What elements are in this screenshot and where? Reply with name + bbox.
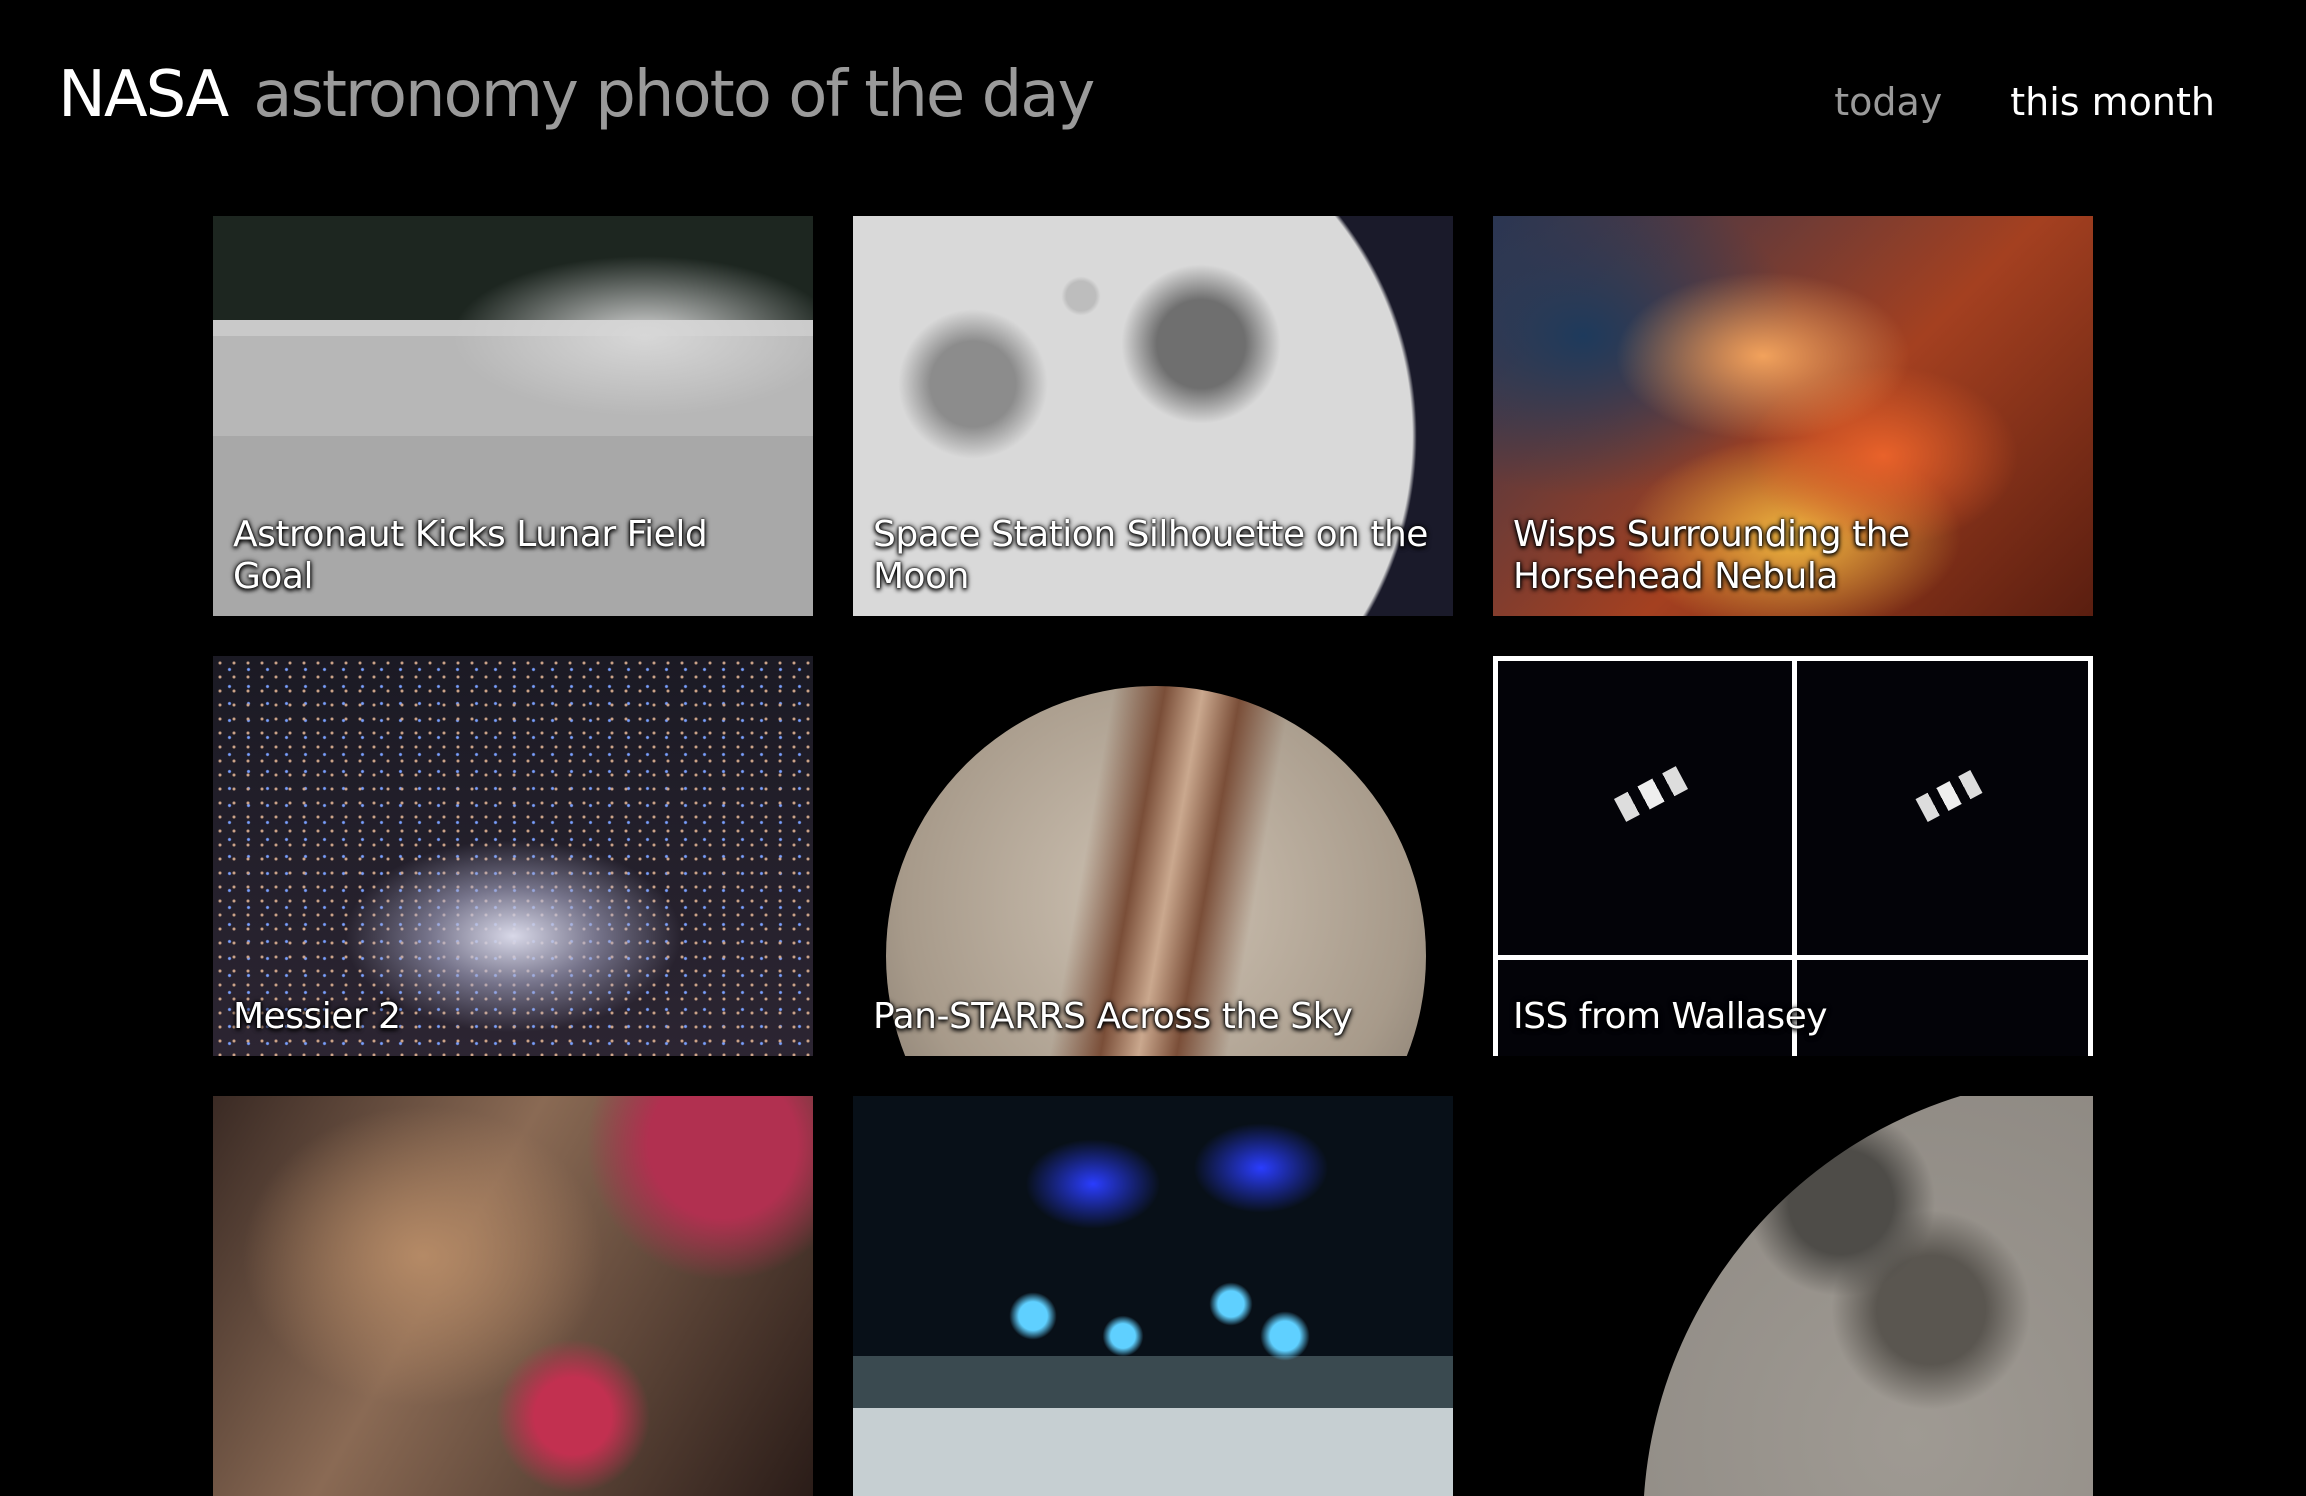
photo-title: Space Station Silhouette on the Moon [873, 514, 1428, 597]
photo-image [213, 1096, 813, 1496]
photo-card-astronaut-lunar-field-goal[interactable]: Astronaut Kicks Lunar Field Goal [213, 216, 813, 616]
photo-card-blue-sprites[interactable] [853, 1096, 1453, 1496]
photo-title: Pan-STARRS Across the Sky [873, 996, 1353, 1037]
iss-silhouette [1613, 766, 1689, 822]
nav-today-link[interactable]: today [1834, 80, 1942, 124]
photo-card-space-station-silhouette[interactable]: Space Station Silhouette on the Moon [853, 216, 1453, 616]
photo-title: Wisps Surrounding the Horsehead Nebula [1513, 514, 1910, 597]
brand-subtitle: astronomy photo of the day [253, 58, 1095, 132]
photo-card-iss-from-wallasey[interactable]: ISS from Wallasey [1493, 656, 2093, 1056]
photo-card-milky-way[interactable] [213, 1096, 813, 1496]
photo-card-moon-limb[interactable] [1493, 1096, 2093, 1496]
photo-image [853, 1096, 1453, 1496]
photo-card-messier-2[interactable]: Messier 2 [213, 656, 813, 1056]
site-brand[interactable]: NASA astronomy photo of the day [58, 58, 1095, 132]
photo-grid: Astronaut Kicks Lunar Field Goal Space S… [213, 216, 2093, 1496]
photo-title: ISS from Wallasey [1513, 996, 1828, 1037]
photo-card-pan-starrs[interactable]: Pan-STARRS Across the Sky [853, 656, 1453, 1056]
main-nav: today this month [1834, 80, 2215, 124]
photo-title: Astronaut Kicks Lunar Field Goal [233, 514, 708, 597]
iss-silhouette [1915, 769, 1983, 823]
site-header: NASA astronomy photo of the day today th… [0, 0, 2306, 200]
nav-this-month-link[interactable]: this month [2010, 80, 2215, 124]
brand-nasa: NASA [58, 58, 229, 132]
photo-title: Messier 2 [233, 996, 401, 1037]
photo-image [1493, 1096, 2093, 1496]
grid-divider [1498, 955, 2088, 960]
photo-card-horsehead-nebula[interactable]: Wisps Surrounding the Horsehead Nebula [1493, 216, 2093, 616]
